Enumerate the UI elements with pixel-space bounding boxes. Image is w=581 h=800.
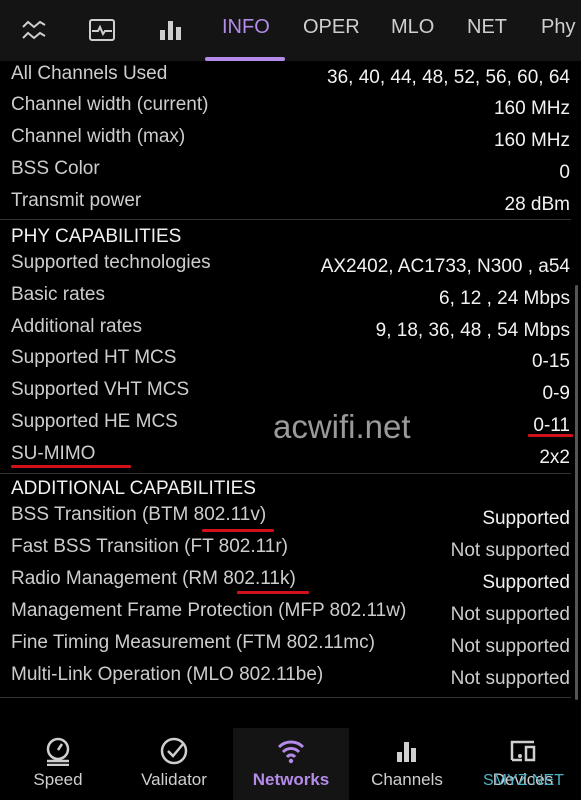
wifi-icon <box>277 740 305 764</box>
tab-phy[interactable]: Phy <box>541 16 575 39</box>
info-row: Radio Management (RM 802.11k) Supported <box>11 564 570 594</box>
row-value: 2x2 <box>539 447 570 468</box>
row-label: Fast BSS Transition (FT 802.11r) <box>11 536 289 557</box>
speedometer-icon <box>46 737 70 766</box>
row-value: AX2402, AC1733, N300 , a54 <box>320 256 570 277</box>
row-label: Additional rates <box>11 316 142 337</box>
row-value: Supported <box>482 572 570 593</box>
info-row: Fine Timing Measurement (FTM 802.11mc) No… <box>11 628 570 658</box>
info-row: Channel width (max) 160 MHz <box>11 122 570 152</box>
tab-net[interactable]: NET <box>467 16 507 39</box>
info-row: Transmit power 28 dBm <box>11 186 570 216</box>
info-row: Management Frame Protection (MFP 802.11w… <box>11 596 570 626</box>
nav-channels[interactable]: Channels <box>349 728 465 800</box>
info-row: Fast BSS Transition (FT 802.11r) Not supp… <box>11 532 570 562</box>
highlight-underline <box>528 434 573 437</box>
info-row: All Channels Used 36, 40, 44, 48, 52, 56,… <box>11 59 570 89</box>
row-value: 0-9 <box>542 383 570 404</box>
bar-chart-icon <box>397 742 416 762</box>
row-value: Not supported <box>450 604 570 625</box>
info-row: BSS Color 0 <box>11 154 570 184</box>
top-tab-bar: INFO OPER MLO NET Phy <box>0 0 581 61</box>
section-heading-phy: PHY CAPABILITIES <box>11 226 182 247</box>
row-label: Radio Management (RM 802.11k) <box>11 568 296 589</box>
section-heading-additional: ADDITIONAL CAPABILITIES <box>11 478 256 499</box>
tab-oper[interactable]: OPER <box>303 16 360 39</box>
scrollbar[interactable] <box>575 285 578 700</box>
highlight-underline <box>237 591 309 594</box>
monitor-pulse-icon[interactable] <box>88 16 116 44</box>
info-row: BSS Transition (BTM 802.11v) Supported <box>11 500 570 530</box>
nav-networks[interactable]: Networks <box>233 728 349 800</box>
row-value: Supported <box>482 508 570 529</box>
row-label: Supported VHT MCS <box>11 379 190 400</box>
info-row: Supported HT MCS 0-15 <box>11 343 570 373</box>
row-value: 9, 18, 36, 48 , 54 Mbps <box>375 320 570 341</box>
devices-icon <box>510 740 536 762</box>
signal-waves-icon[interactable] <box>20 16 48 44</box>
divider <box>0 697 571 698</box>
row-value: 6, 12 , 24 Mbps <box>439 288 570 309</box>
nav-label: Speed <box>33 770 83 789</box>
divider <box>0 473 571 474</box>
info-row: Channel width (current) 160 MHz <box>11 90 570 120</box>
tab-info[interactable]: INFO <box>222 16 270 39</box>
row-value: Not supported <box>450 636 570 657</box>
nav-speed[interactable]: Speed <box>0 728 116 800</box>
row-label: Supported HE MCS <box>11 411 178 432</box>
row-value: 36, 40, 44, 48, 52, 56, 60, 64 <box>327 67 570 88</box>
row-label: Channel width (current) <box>11 94 209 115</box>
nav-validator[interactable]: Validator <box>116 728 232 800</box>
row-label: BSS Transition (BTM 802.11v) <box>11 504 267 525</box>
row-label: Transmit power <box>11 190 142 211</box>
check-circle-icon <box>160 737 188 765</box>
row-value: 160 MHz <box>493 130 570 151</box>
row-label: Fine Timing Measurement (FTM 802.11mc) <box>11 632 375 653</box>
info-content: All Channels Used 36, 40, 44, 48, 52, 56,… <box>0 61 581 711</box>
row-value: 0-15 <box>531 351 570 372</box>
info-row: Supported technologies AX2402, AC1733, N3… <box>11 248 570 278</box>
bar-chart-icon[interactable] <box>157 16 185 44</box>
row-label: Basic rates <box>11 284 105 305</box>
info-row: Basic rates 6, 12 , 24 Mbps <box>11 280 570 310</box>
tab-mlo[interactable]: MLO <box>391 16 434 39</box>
watermark: acwifi.net <box>273 408 411 445</box>
row-label: Supported HT MCS <box>11 347 177 368</box>
row-label: BSS Color <box>11 158 100 179</box>
row-value: 0 <box>559 162 570 183</box>
row-value: Not supported <box>450 668 570 689</box>
row-label: Management Frame Protection (MFP 802.11w… <box>11 600 407 621</box>
info-row: Additional rates 9, 18, 36, 48 , 54 Mbps <box>11 312 570 342</box>
watermark-corner: SMYZ.NET <box>483 772 564 789</box>
row-label: All Channels Used <box>11 63 168 84</box>
row-label: Channel width (max) <box>11 126 186 147</box>
row-value: Not supported <box>450 540 570 561</box>
row-value: 28 dBm <box>504 194 570 215</box>
highlight-underline <box>202 529 274 532</box>
highlight-underline <box>11 465 131 468</box>
info-row: Multi-Link Operation (MLO 802.11be) Not s… <box>11 660 570 690</box>
row-label: Supported technologies <box>11 252 211 273</box>
info-row: Supported VHT MCS 0-9 <box>11 375 570 405</box>
nav-label: Channels <box>371 770 443 789</box>
nav-label: Validator <box>141 770 207 789</box>
row-label: Multi-Link Operation (MLO 802.11be) <box>11 664 324 685</box>
row-value: 160 MHz <box>493 98 570 119</box>
divider <box>0 219 571 220</box>
nav-label: Networks <box>252 770 330 789</box>
